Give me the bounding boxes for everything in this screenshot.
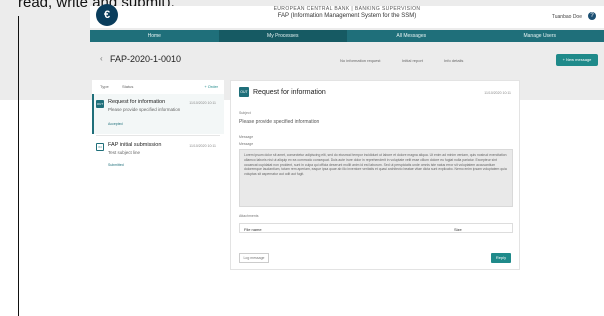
subject-value: Please provide specified information [239, 119, 320, 125]
item-status: Accepted [108, 122, 123, 126]
subject-label: Subject [239, 111, 251, 115]
link-info-details[interactable]: Info details [444, 58, 463, 63]
filter-status[interactable]: Status [122, 84, 133, 89]
attachments-table: File name Size [239, 223, 513, 233]
new-message-button[interactable]: + New message [556, 54, 598, 66]
app-header: € EUROPEAN CENTRAL BANK | BANKING SUPERV… [90, 4, 604, 28]
list-item[interactable]: IN FAP initial submission 11/10/2020 10:… [92, 137, 224, 173]
message-label: Message [239, 135, 254, 139]
main-nav: Home My Processes All Messages Manage Us… [90, 30, 604, 42]
item-title: FAP initial submission [108, 142, 162, 148]
link-initial-report[interactable]: Initial report [402, 58, 423, 63]
system-name: FAP (Information Management System for t… [277, 13, 417, 19]
detail-title: Request for information [253, 89, 326, 96]
nav-manage-users[interactable]: Manage Users [476, 30, 604, 42]
item-subtitle: Please provide specified information [108, 107, 181, 112]
back-icon[interactable]: ‹ [100, 54, 103, 63]
filter-type[interactable]: Type [100, 84, 109, 89]
help-icon[interactable]: ? [588, 12, 596, 20]
list-item[interactable]: OUT Request for information 11/10/2020 1… [92, 94, 224, 130]
item-subtitle: Test subject line [108, 150, 141, 155]
frame: read, write and submit). € EUROPEAN CENT… [0, 0, 604, 316]
nav-all-messages[interactable]: All Messages [347, 30, 476, 42]
left-rule [18, 16, 19, 316]
outgoing-badge: OUT [96, 100, 104, 108]
org-name: EUROPEAN CENTRAL BANK | BANKING SUPERVIS… [273, 6, 421, 12]
message-body: Lorem ipsum dolor sit amet, consectetur … [239, 149, 513, 207]
list-header: Type Status + Order [92, 80, 224, 90]
nav-my-processes[interactable]: My Processes [218, 30, 347, 42]
message-sublabel: Message [239, 142, 254, 146]
col-size: Size [454, 227, 462, 232]
log-message-button[interactable]: Log message [239, 253, 269, 263]
reply-button[interactable]: Reply [491, 253, 511, 263]
title-row: ‹ FAP-2020-1-0010 No information request… [90, 48, 604, 72]
detail-date: 11/10/2020 10:11 [484, 91, 511, 95]
outgoing-badge: OUT [239, 87, 249, 97]
item-date: 11/10/2020 10:11 [189, 144, 216, 148]
link-info-request[interactable]: No information request [340, 58, 380, 63]
item-status: Submitted [108, 163, 124, 167]
item-title: Request for information [108, 99, 166, 105]
col-filename: File name [244, 227, 262, 232]
user-menu[interactable]: Tuanbao Doe [552, 14, 582, 20]
nav-home[interactable]: Home [90, 30, 219, 42]
message-detail: OUT Request for information 11/10/2020 1… [230, 80, 520, 270]
item-date: 11/10/2020 10:11 [189, 101, 216, 105]
attachments-label: Attachments [239, 214, 259, 218]
incoming-badge: IN [96, 143, 104, 151]
order-button[interactable]: + Order [204, 84, 218, 89]
page-title: FAP-2020-1-0010 [110, 54, 182, 64]
divider [96, 135, 220, 136]
message-list: Type Status + Order OUT Request for info… [92, 80, 224, 190]
